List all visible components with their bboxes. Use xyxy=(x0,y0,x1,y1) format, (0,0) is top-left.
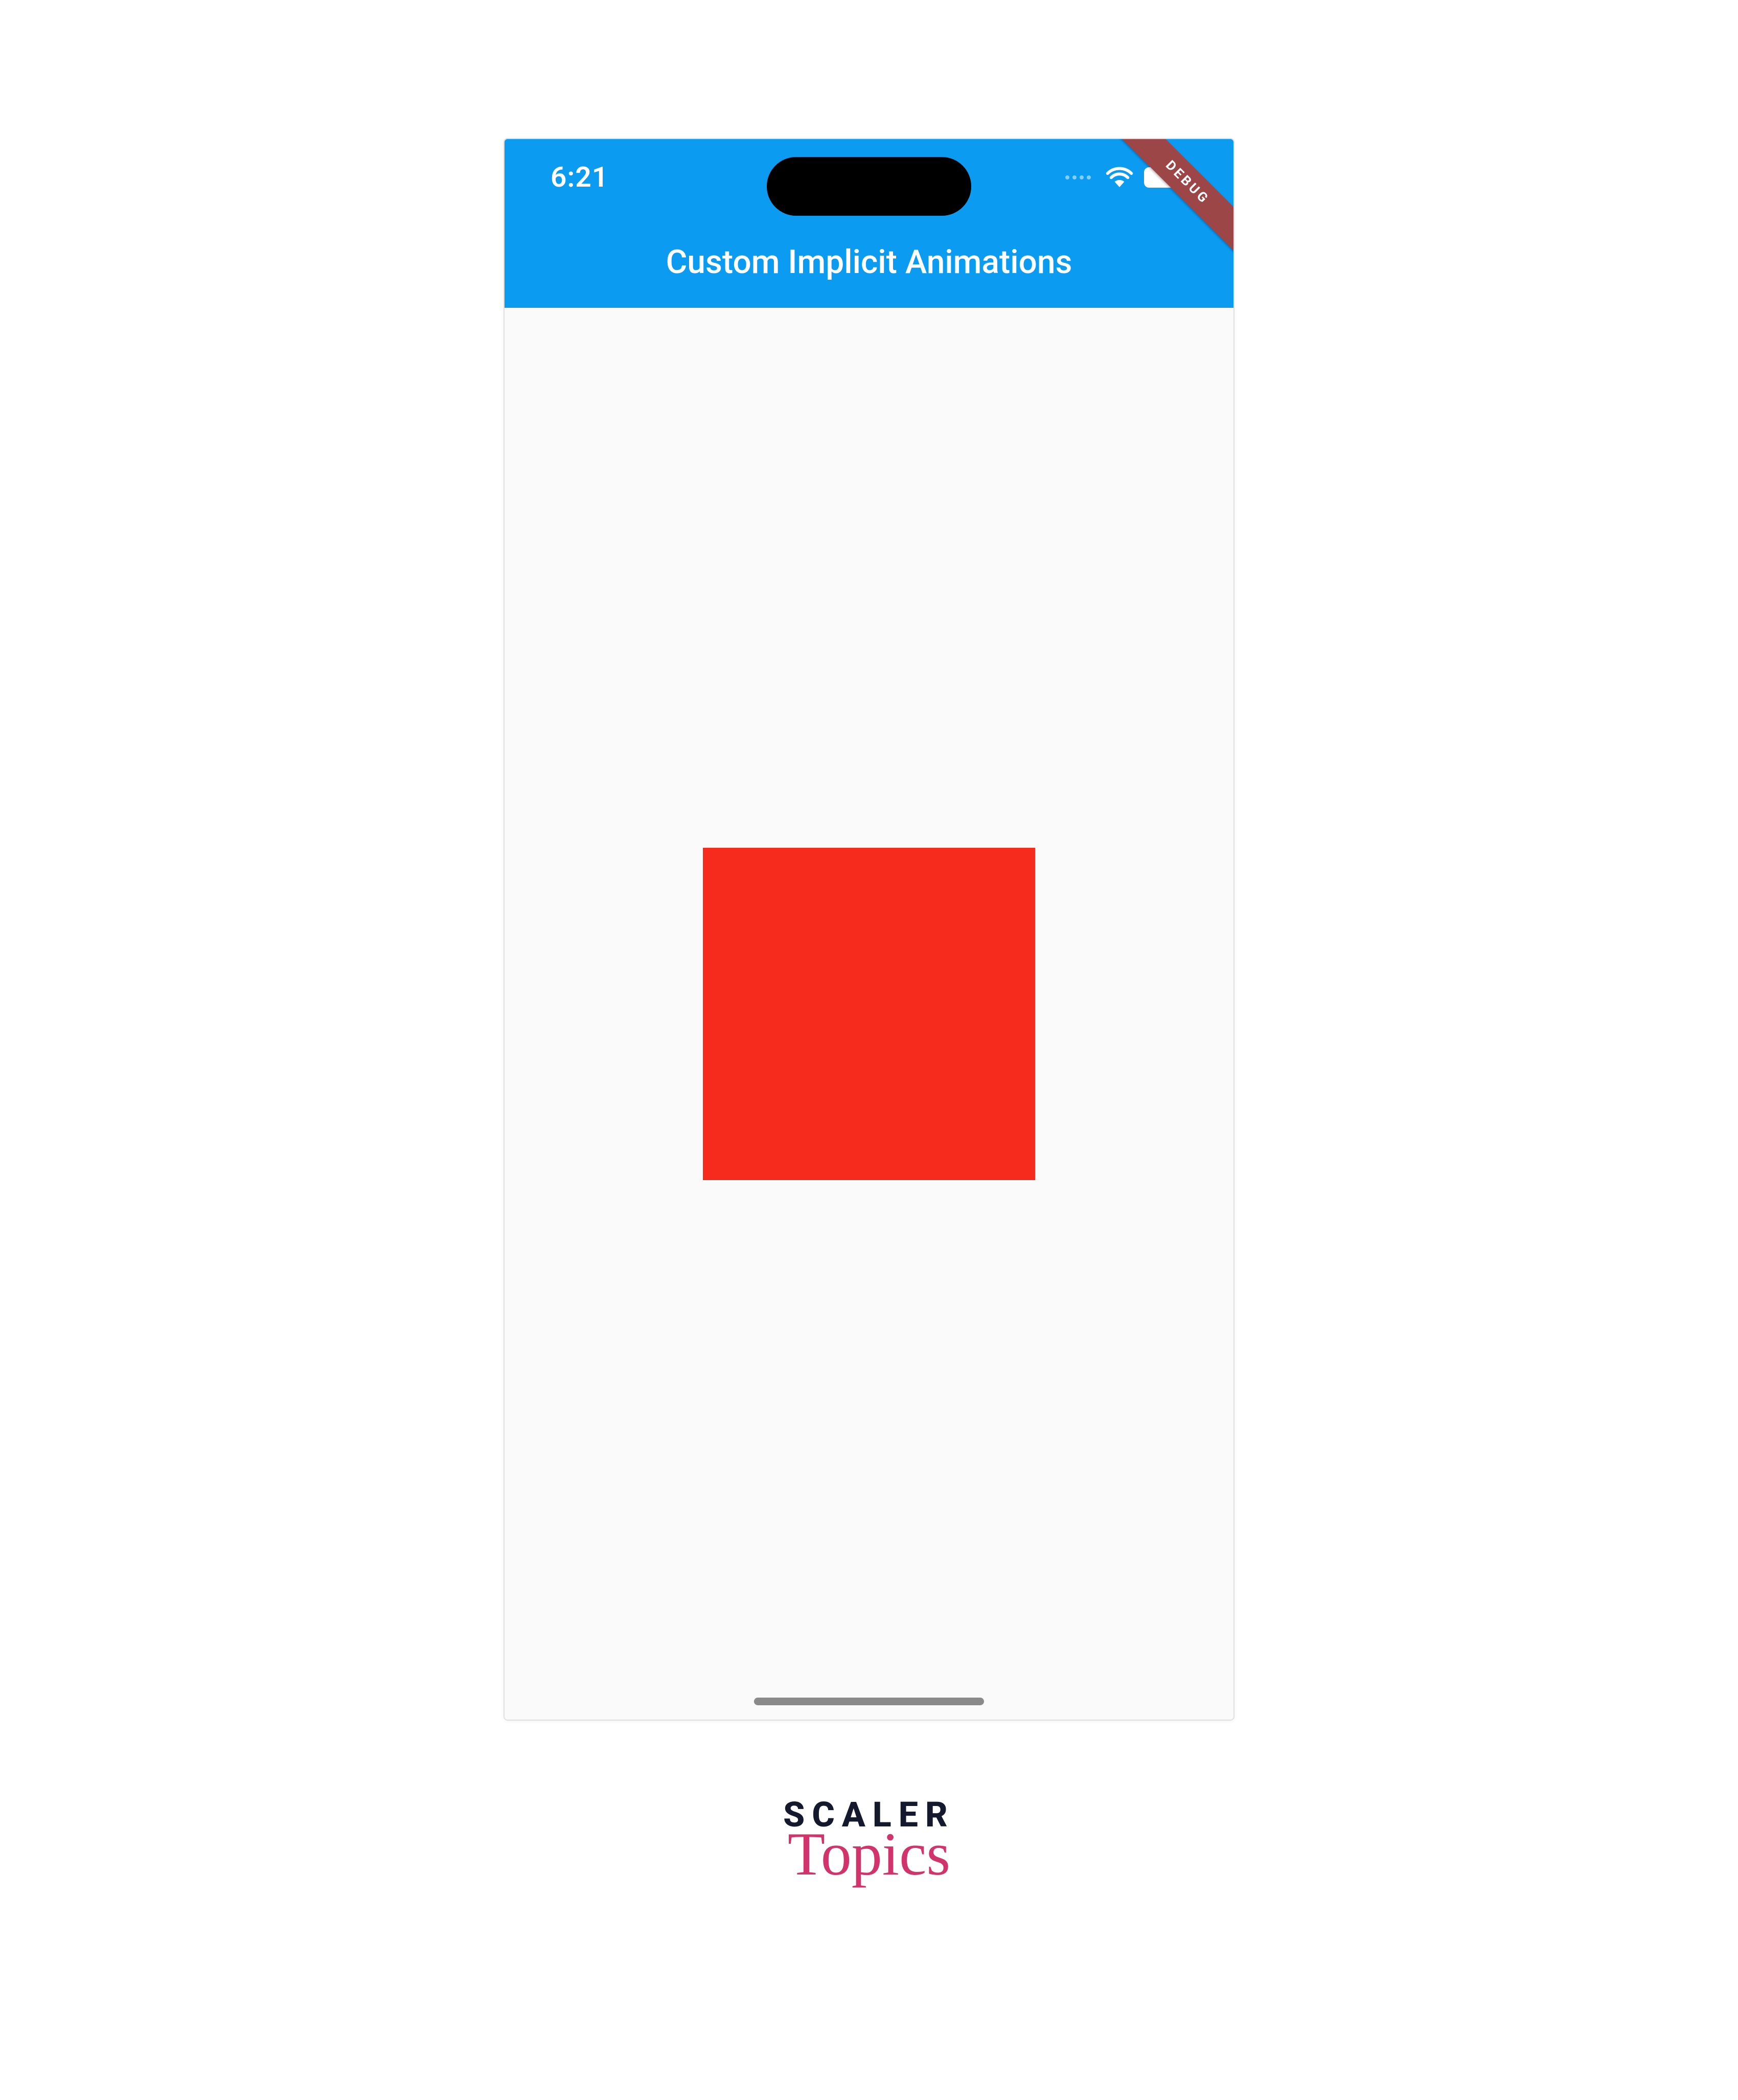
dynamic-island xyxy=(767,157,971,216)
status-indicators xyxy=(1065,166,1187,189)
home-indicator[interactable] xyxy=(754,1698,984,1705)
battery-icon xyxy=(1144,167,1187,188)
animated-square[interactable] xyxy=(703,848,1035,1180)
wifi-icon xyxy=(1105,166,1134,189)
status-time: 6:21 xyxy=(551,161,608,194)
app-bar: 6:21 DEBUG Custom Implicit xyxy=(505,139,1233,308)
status-bar: 6:21 xyxy=(505,139,1233,216)
app-title: Custom Implicit Animations xyxy=(666,243,1072,281)
app-title-bar: Custom Implicit Animations xyxy=(505,216,1233,308)
brand-subname: Topics xyxy=(783,1828,955,1880)
branding: SCALER Topics xyxy=(783,1797,955,1880)
app-body xyxy=(505,308,1233,1720)
cellular-signal-icon xyxy=(1065,175,1091,179)
phone-simulator-frame: 6:21 DEBUG Custom Implicit xyxy=(504,138,1234,1721)
